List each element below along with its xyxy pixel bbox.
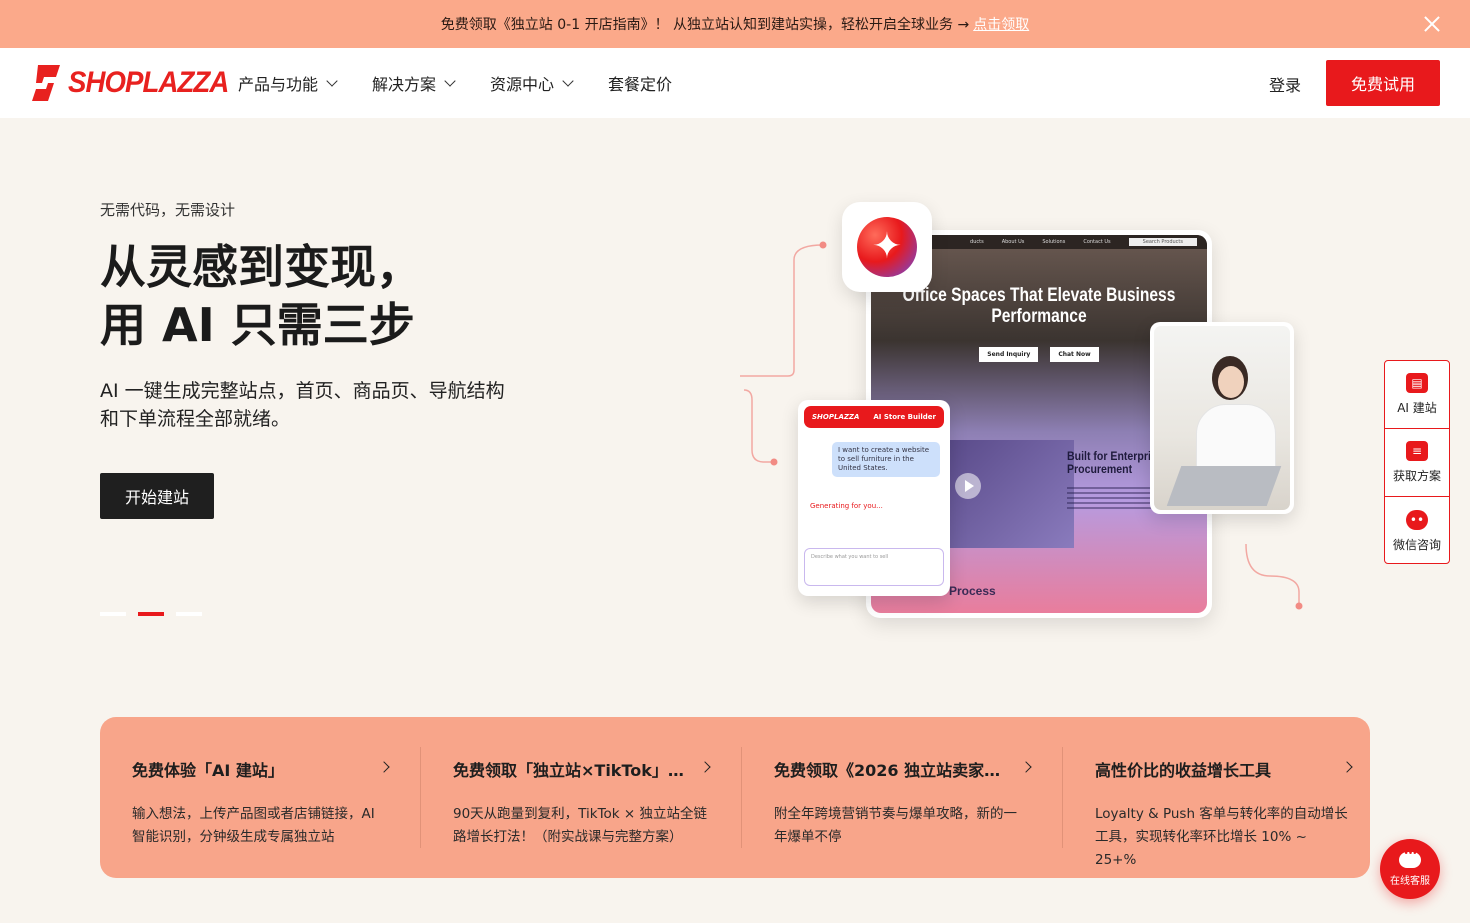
document-icon: ≡ [1406,441,1428,461]
hero-title: 从灵感到变现， 用 AI 只需三步 [100,238,422,354]
card-description: 附全年跨境营销节奏与爆单攻略，新的一年爆单不停 [774,806,1017,845]
online-support-label: 在线客服 [1390,875,1430,887]
carousel-dots [100,612,214,616]
carousel-dot[interactable] [100,612,126,616]
announcement-link[interactable]: 点击领取 [973,14,1029,34]
start-building-button[interactable]: 开始建站 [100,473,214,519]
store-icon: ▤ [1406,373,1428,393]
ai-app-icon [842,202,932,292]
free-trial-button[interactable]: 免费试用 [1326,60,1440,106]
play-icon [955,473,981,499]
hero-title-line: 用 AI 只需三步 [100,298,415,352]
side-item-get-plan[interactable]: ≡ 获取方案 [1385,429,1449,497]
card-title: 免费领取《2026 独立站卖家营销日历》 [774,761,1014,780]
carousel-dot[interactable] [176,612,202,616]
wechat-icon: •• [1406,509,1428,530]
brand-logo[interactable]: SHOPLAZZA [30,62,242,104]
login-link[interactable]: 登录 [1269,72,1301,96]
card-title: 高性价比的收益增长工具 [1095,761,1272,780]
top-nav: SHOPLAZZA 产品与功能 解决方案 资源中心 套餐定价 登录 免费试用 [0,48,1470,118]
chevron-down-icon [326,75,338,87]
ai-star-icon [857,217,917,277]
chat-brand: SHOPLAZZA [812,413,860,421]
hero-illustration: ducts About Us Solutions Contact Us Sear… [730,200,1310,620]
card-title: 免费领取「独立站×TikTok」实战课 [453,761,693,780]
brand-wordmark: SHOPLAZZA [68,66,229,99]
chevron-down-icon [444,75,456,87]
tablet-button: Send Inquiry [979,347,1039,362]
carousel-dot-active[interactable] [138,612,164,616]
announcement-text: 免费领取《独立站 0-1 开店指南》！ 从独立站认知到建站实操，轻松开启全球业务… [440,17,970,33]
main-menu: 产品与功能 解决方案 资源中心 套餐定价 [238,48,708,118]
menu-item-solutions[interactable]: 解决方案 [372,71,456,95]
menu-item-label: 产品与功能 [238,75,319,94]
hero-description: AI 一键生成完整站点，首页、商品页、导航结构和下单流程全部就绪。 [100,380,505,430]
tablet-nav-item: About Us [1001,239,1025,245]
tablet-nav-item: ducts [970,239,984,245]
promo-card-ai-build[interactable]: 免费体验「AI 建站」 输入想法，上传产品图或者店铺链接，AI 智能识别，分钟级… [100,747,421,848]
promo-card-growth-tools[interactable]: 高性价比的收益增长工具 Loyalty & Push 客单与转化率的自动增长工具… [1063,747,1383,868]
online-support-button[interactable]: 在线客服 [1380,839,1440,899]
card-description: 90天从跑量到复利，TikTok × 独立站全链路增长打法！（附实战课与完整方案… [453,806,708,845]
chat-bubble-icon [1399,849,1421,868]
side-item-label: AI 建站 [1397,401,1437,415]
ai-chat-card: SHOPLAZZA AI Store Builder I want to cre… [798,400,950,596]
side-item-wechat[interactable]: •• 微信咨询 [1385,497,1449,565]
tablet-process-title: Process [949,584,996,598]
chevron-right-icon [1341,761,1353,773]
side-item-ai-build[interactable]: ▤ AI 建站 [1385,361,1449,429]
menu-item-products[interactable]: 产品与功能 [238,71,338,95]
tablet-headline: Office Spaces That Elevate Business Perf… [902,285,1176,327]
chevron-down-icon [562,75,574,87]
card-description: 输入想法，上传产品图或者店铺链接，AI 智能识别，分钟级生成专属独立站 [132,806,375,845]
tablet-nav-item: Contact Us [1083,239,1111,245]
person-photo [1150,322,1294,514]
chat-input: Describe what you want to sell [804,548,944,586]
announcement-bar: 免费领取《独立站 0-1 开店指南》！ 从独立站认知到建站实操，轻松开启全球业务… [0,0,1470,48]
card-title: 免费体验「AI 建站」 [132,761,284,780]
hero-subtitle: 无需代码，无需设计 [100,201,236,219]
chat-header: SHOPLAZZA AI Store Builder [804,406,944,428]
promo-card-calendar[interactable]: 免费领取《2026 独立站卖家营销日历》 附全年跨境营销节奏与爆单攻略，新的一年… [742,747,1063,848]
side-item-label: 获取方案 [1392,469,1441,483]
card-description: Loyalty & Push 客单与转化率的自动增长工具，实现转化率环比增长 1… [1095,806,1348,868]
promo-cards: 免费体验「AI 建站」 输入想法，上传产品图或者店铺链接，AI 智能识别，分钟级… [100,717,1370,878]
tablet-search: Search Products [1128,238,1197,246]
menu-item-label: 套餐定价 [608,75,673,94]
side-contact-panel: ▤ AI 建站 ≡ 获取方案 •• 微信咨询 [1384,360,1450,564]
chevron-right-icon [1020,761,1032,773]
chat-generating: Generating for you... [810,502,883,510]
menu-item-resources[interactable]: 资源中心 [490,71,574,95]
side-item-label: 微信咨询 [1392,537,1441,552]
promo-card-tiktok[interactable]: 免费领取「独立站×TikTok」实战课 90天从跑量到复利，TikTok × 独… [421,747,742,848]
chat-user-message: I want to create a website to sell furni… [832,442,940,477]
close-icon[interactable] [1422,14,1442,34]
menu-item-label: 解决方案 [372,75,437,94]
shoplazza-logo-icon [32,65,60,101]
chat-title: AI Store Builder [873,413,936,421]
tablet-button: Chat Now [1050,347,1099,362]
chevron-right-icon [699,761,711,773]
menu-item-label: 资源中心 [490,75,555,94]
chevron-right-icon [378,761,390,773]
menu-item-pricing[interactable]: 套餐定价 [608,71,672,95]
tablet-nav-item: Solutions [1042,239,1066,245]
hero-title-line: 从灵感到变现， [100,240,422,294]
